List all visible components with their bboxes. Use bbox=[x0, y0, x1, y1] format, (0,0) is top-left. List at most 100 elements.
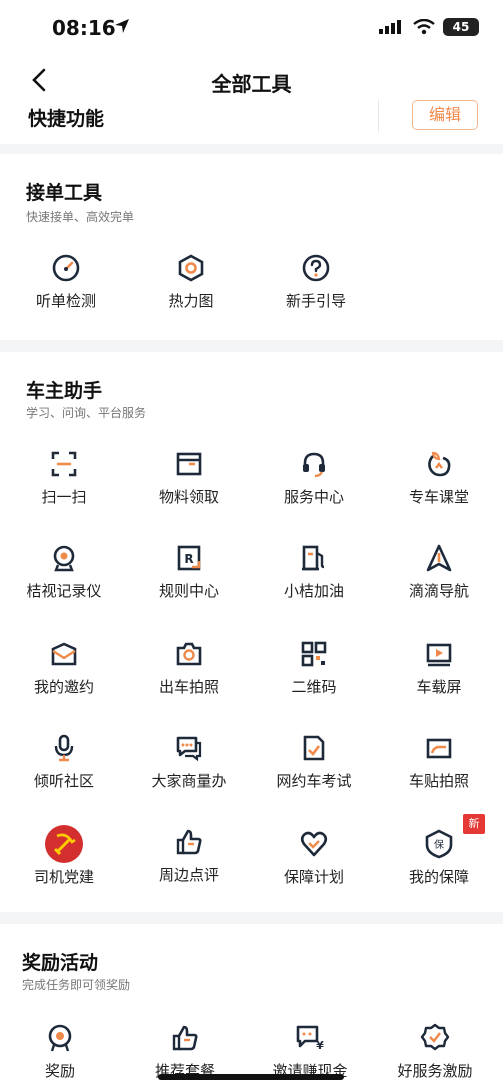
tool-qrcode[interactable]: 二维码 bbox=[254, 638, 374, 697]
tool-label: 物料领取 bbox=[158, 488, 219, 506]
tool-label: 倾听社区 bbox=[33, 772, 94, 790]
exam-icon bbox=[298, 732, 330, 764]
section-subtitle: 快速接单、高效完单 bbox=[26, 210, 135, 224]
section-title: 奖励活动 bbox=[22, 952, 99, 974]
headset-icon bbox=[298, 448, 330, 480]
svg-text:R: R bbox=[184, 552, 193, 566]
shield-bao-icon: 保 bbox=[423, 828, 455, 860]
quick-functions-section: 快捷功能 编辑 bbox=[0, 96, 503, 142]
order-tools-section: 接单工具 快速接单、高效完单 听单检测 热力图 新手引导 bbox=[0, 154, 503, 340]
tool-label: 大家商量办 bbox=[151, 772, 227, 790]
home-indicator[interactable] bbox=[158, 1074, 344, 1080]
tool-label: 服务中心 bbox=[283, 488, 344, 506]
tool-label: 热力图 bbox=[168, 292, 214, 310]
microphone-icon bbox=[48, 732, 80, 764]
heart-check-icon bbox=[298, 828, 330, 860]
qrcode-icon bbox=[298, 638, 330, 670]
location-arrow-icon bbox=[115, 19, 129, 33]
hexagon-icon bbox=[175, 252, 207, 284]
rules-icon: R bbox=[173, 542, 205, 574]
tool-label: 我的保障 bbox=[408, 868, 469, 886]
tool-listen-community[interactable]: 倾听社区 bbox=[4, 732, 124, 791]
section-gap bbox=[0, 340, 503, 352]
help-icon bbox=[300, 252, 332, 284]
tool-label: 周边点评 bbox=[158, 866, 219, 884]
tool-label: 好服务激励 bbox=[397, 1062, 473, 1080]
navigation-icon bbox=[423, 542, 455, 574]
page-title: 全部工具 bbox=[211, 72, 292, 96]
tool-label: 滴滴导航 bbox=[408, 582, 469, 600]
section-subtitle: 完成任务即可领奖励 bbox=[22, 978, 131, 992]
tool-car-screen[interactable]: 车载屏 bbox=[379, 638, 499, 697]
tool-my-invite[interactable]: 我的邀约 bbox=[4, 638, 124, 697]
tool-my-protection[interactable]: 保 我的保障 bbox=[379, 828, 499, 887]
tool-good-service-incentive[interactable]: 好服务激励 bbox=[375, 1022, 495, 1081]
tool-rewards[interactable]: 奖励 bbox=[0, 1022, 120, 1081]
tool-label: 奖励 bbox=[44, 1062, 75, 1080]
tool-label: 网约车考试 bbox=[276, 772, 352, 790]
party-emblem-icon bbox=[44, 824, 84, 864]
camera-recorder-icon bbox=[48, 542, 80, 574]
tool-label: 保障计划 bbox=[283, 868, 344, 886]
tool-label: 车贴拍照 bbox=[408, 772, 469, 790]
badge-check-icon bbox=[419, 1022, 451, 1054]
status-bar: 08:16 45 bbox=[0, 0, 503, 56]
section-title: 车主助手 bbox=[26, 380, 103, 402]
tool-exam[interactable]: 网约车考试 bbox=[254, 732, 374, 791]
tool-protection-plan[interactable]: 保障计划 bbox=[254, 828, 374, 887]
wifi-icon bbox=[413, 19, 435, 35]
tool-sticker-photo[interactable]: 车贴拍照 bbox=[379, 732, 499, 791]
tool-newbie-guide[interactable]: 新手引导 bbox=[256, 252, 376, 311]
tool-dashcam[interactable]: 桔视记录仪 bbox=[4, 542, 124, 601]
tool-label: 出车拍照 bbox=[158, 678, 219, 696]
sticker-photo-icon bbox=[423, 732, 455, 764]
edit-button[interactable]: 编辑 bbox=[412, 100, 478, 130]
gauge-icon bbox=[50, 252, 82, 284]
section-title: 接单工具 bbox=[26, 182, 103, 204]
tool-label: 二维码 bbox=[291, 678, 337, 696]
medal-icon bbox=[44, 1022, 76, 1054]
tool-recommend-package[interactable]: 推荐套餐 bbox=[125, 1022, 245, 1081]
section-gap bbox=[0, 912, 503, 924]
tool-party-building[interactable]: 司机党建 bbox=[4, 824, 124, 887]
tool-label: 听单检测 bbox=[35, 292, 96, 310]
status-right: 45 bbox=[379, 18, 479, 36]
classroom-icon bbox=[423, 448, 455, 480]
tool-listen-check[interactable]: 听单检测 bbox=[6, 252, 126, 311]
status-time: 08:16 bbox=[52, 16, 116, 40]
tool-classroom[interactable]: 专车课堂 bbox=[379, 448, 499, 507]
thumbs-up-icon bbox=[169, 1022, 201, 1054]
tool-label: 扫一扫 bbox=[41, 488, 87, 506]
section-gap bbox=[0, 144, 503, 154]
svg-text:¥: ¥ bbox=[316, 1039, 324, 1052]
tool-label: 司机党建 bbox=[33, 868, 94, 886]
tool-label: 小桔加油 bbox=[283, 582, 344, 600]
material-icon bbox=[173, 448, 205, 480]
photo-camera-icon bbox=[173, 638, 205, 670]
tool-heatmap[interactable]: 热力图 bbox=[131, 252, 251, 311]
tool-nearby-review[interactable]: 周边点评 bbox=[129, 826, 249, 885]
tool-service-center[interactable]: 服务中心 bbox=[254, 448, 374, 507]
owner-assistant-section: 车主助手 学习、问询、平台服务 扫一扫 物料领取 服务中心 专车课堂 桔视记录仪 bbox=[0, 352, 503, 912]
tool-rules[interactable]: R 规则中心 bbox=[129, 542, 249, 601]
chat-icon bbox=[173, 732, 205, 764]
battery-indicator: 45 bbox=[443, 18, 479, 36]
tool-label: 我的邀约 bbox=[33, 678, 94, 696]
tool-navigation[interactable]: 滴滴导航 bbox=[379, 542, 499, 601]
scan-icon bbox=[48, 448, 80, 480]
tool-discuss[interactable]: 大家商量办 bbox=[129, 732, 249, 791]
tool-fuel[interactable]: 小桔加油 bbox=[254, 542, 374, 601]
cellular-signal-icon bbox=[379, 20, 401, 34]
rewards-section: 奖励活动 完成任务即可领奖励 奖励 推荐套餐 ¥ 邀请赚现金 好服务激励 bbox=[0, 924, 503, 1090]
mail-icon bbox=[48, 638, 80, 670]
fuel-icon bbox=[298, 542, 330, 574]
screen-play-icon bbox=[423, 638, 455, 670]
tool-label: 桔视记录仪 bbox=[26, 582, 102, 600]
divider bbox=[378, 100, 379, 132]
tool-departure-photo[interactable]: 出车拍照 bbox=[129, 638, 249, 697]
tool-material[interactable]: 物料领取 bbox=[129, 448, 249, 507]
tool-scan[interactable]: 扫一扫 bbox=[4, 448, 124, 507]
thumbs-up-icon bbox=[173, 826, 205, 858]
tool-label: 新手引导 bbox=[285, 292, 346, 310]
tool-invite-cash[interactable]: ¥ 邀请赚现金 bbox=[250, 1022, 370, 1081]
